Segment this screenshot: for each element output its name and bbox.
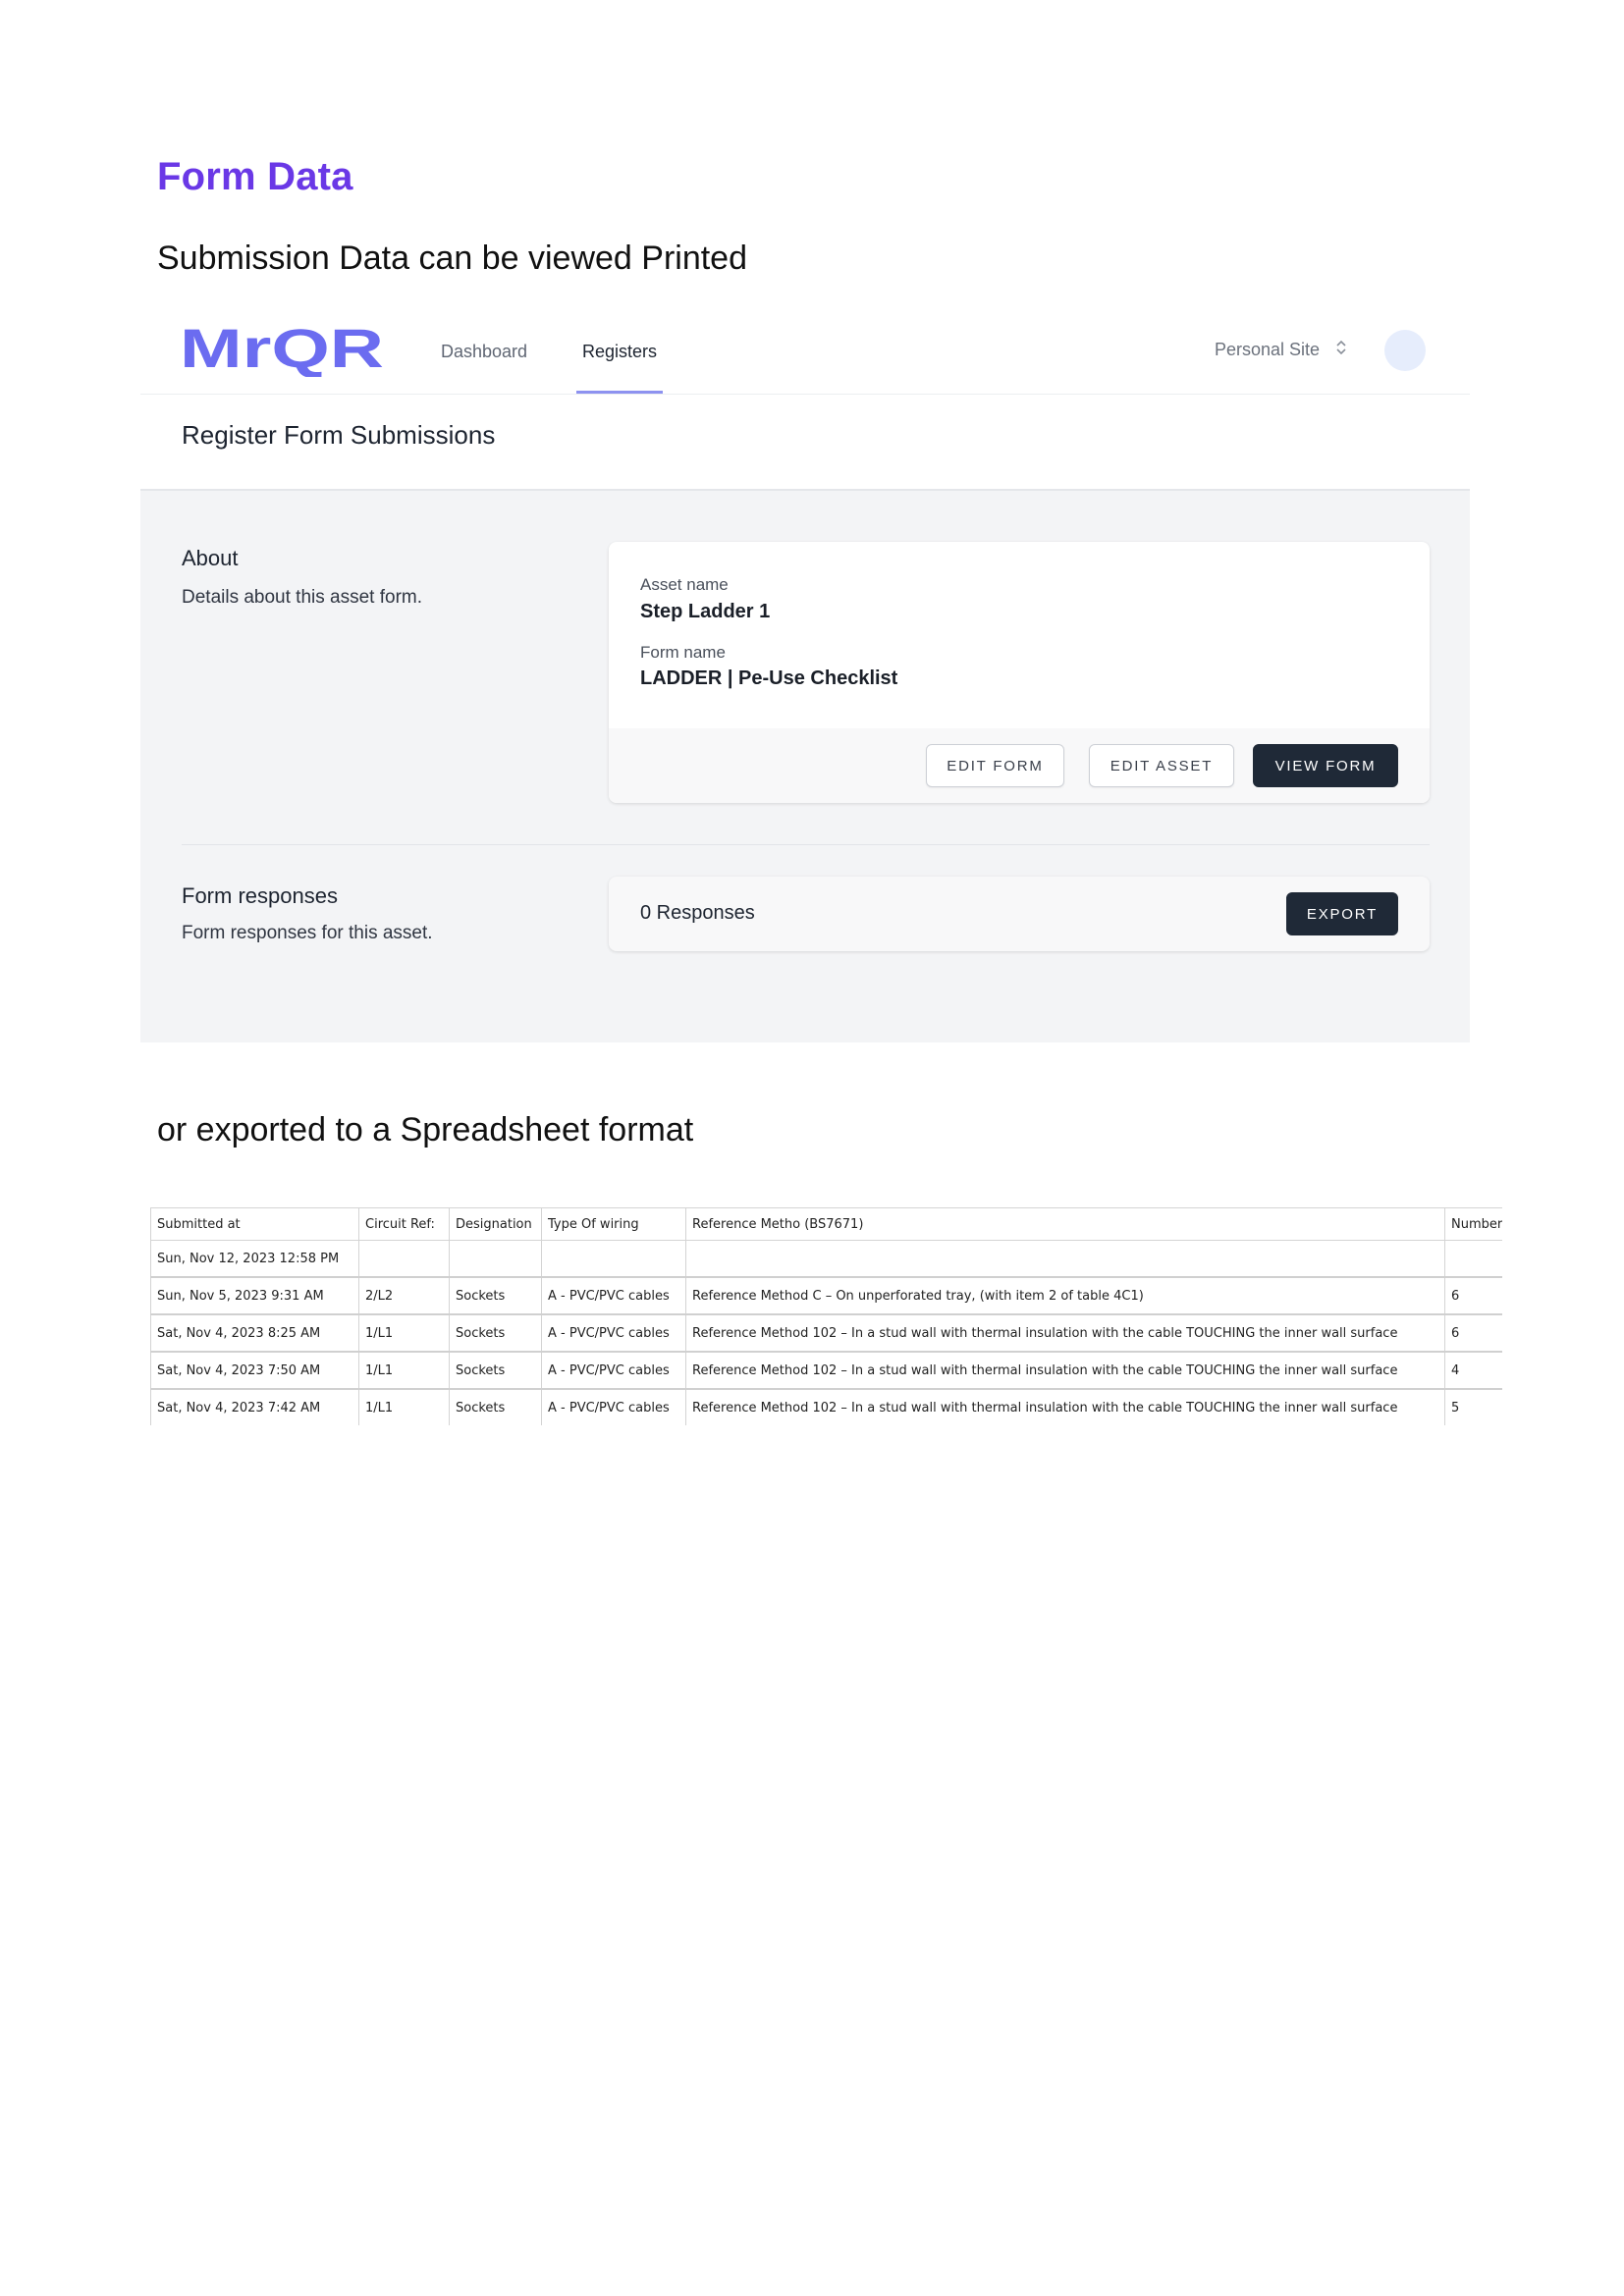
export-button[interactable]: EXPORT [1286, 892, 1398, 935]
cell-wiring-type: A - PVC/PVC cables [541, 1276, 686, 1315]
app-body: About Details about this asset form. Ass… [140, 491, 1470, 1042]
page-title: Register Form Submissions [182, 420, 496, 450]
spreadsheet-export: Submitted at Circuit Ref: Designation Ty… [150, 1207, 1502, 1425]
asset-details-card: Asset name Step Ladder 1 Form name LADDE… [609, 542, 1430, 803]
spreadsheet-table: Submitted at Circuit Ref: Designation Ty… [150, 1207, 1502, 1425]
asset-name-value: Step Ladder 1 [640, 601, 771, 622]
cell-circuit-ref: 2/L2 [358, 1276, 450, 1315]
form-name-label: Form name [640, 643, 726, 662]
responses-card: 0 Responses EXPORT [609, 877, 1430, 951]
about-description: Details about this asset form. [182, 587, 422, 608]
cell-submitted-at: Sat, Nov 4, 2023 7:42 AM [150, 1388, 359, 1425]
cell-designation [449, 1240, 542, 1278]
column-header: Number [1444, 1207, 1502, 1241]
cell-designation: Sockets [449, 1388, 542, 1425]
cell-circuit-ref [358, 1240, 450, 1278]
cell-submitted-at: Sat, Nov 4, 2023 8:25 AM [150, 1313, 359, 1353]
responses-heading: Form responses [182, 883, 338, 908]
cell-number: 4 [1444, 1351, 1502, 1390]
responses-description: Form responses for this asset. [182, 923, 433, 943]
column-header: Circuit Ref: [358, 1207, 450, 1241]
cell-submitted-at: Sun, Nov 12, 2023 12:58 PM [150, 1240, 359, 1278]
edit-asset-button[interactable]: EDIT ASSET [1089, 744, 1234, 787]
nav-registers[interactable]: Registers [582, 342, 657, 362]
site-switcher[interactable]: Personal Site [1215, 340, 1320, 360]
cell-designation: Sockets [449, 1351, 542, 1390]
cell-circuit-ref: 1/L1 [358, 1351, 450, 1390]
cell-designation: Sockets [449, 1276, 542, 1315]
printed-subtitle: Submission Data can be viewed Printed [157, 240, 747, 277]
cell-reference-method: Reference Method 102 – In a stud wall wi… [685, 1388, 1445, 1425]
card-actions: EDIT FORM EDIT ASSET VIEW FORM [609, 728, 1430, 803]
svg-text:MrQR: MrQR [180, 322, 384, 377]
cell-submitted-at: Sun, Nov 5, 2023 9:31 AM [150, 1276, 359, 1315]
section-divider [182, 844, 1430, 845]
table-row: Sat, Nov 4, 2023 7:42 AM 1/L1 Sockets A … [150, 1388, 1502, 1425]
view-form-button[interactable]: VIEW FORM [1253, 744, 1398, 787]
active-tab-indicator [576, 391, 663, 394]
table-row: Sun, Nov 5, 2023 9:31 AM 2/L2 Sockets A … [150, 1276, 1502, 1315]
table-row: Sun, Nov 12, 2023 12:58 PM [150, 1240, 1502, 1278]
cell-submitted-at: Sat, Nov 4, 2023 7:50 AM [150, 1351, 359, 1390]
cell-reference-method [685, 1240, 1445, 1278]
about-heading: About [182, 546, 239, 570]
avatar[interactable] [1384, 330, 1426, 371]
cell-number [1444, 1240, 1502, 1278]
column-header: Reference Metho (BS7671) [685, 1207, 1445, 1241]
cell-number: 6 [1444, 1313, 1502, 1353]
cell-number: 5 [1444, 1388, 1502, 1425]
cell-wiring-type: A - PVC/PVC cables [541, 1388, 686, 1425]
cell-wiring-type: A - PVC/PVC cables [541, 1351, 686, 1390]
document-title: Form Data [157, 155, 353, 198]
column-header: Submitted at [150, 1207, 359, 1241]
cell-reference-method: Reference Method C – On unperforated tra… [685, 1276, 1445, 1315]
cell-circuit-ref: 1/L1 [358, 1313, 450, 1353]
page-title-bar: Register Form Submissions [140, 395, 1470, 491]
edit-form-button[interactable]: EDIT FORM [926, 744, 1064, 787]
header-row: Submitted at Circuit Ref: Designation Ty… [150, 1207, 1502, 1241]
cell-wiring-type [541, 1240, 686, 1278]
cell-circuit-ref: 1/L1 [358, 1388, 450, 1425]
column-header: Type Of wiring [541, 1207, 686, 1241]
cell-reference-method: Reference Method 102 – In a stud wall wi… [685, 1351, 1445, 1390]
nav-dashboard[interactable]: Dashboard [441, 342, 527, 362]
chevron-up-down-icon[interactable] [1334, 338, 1348, 357]
asset-name-label: Asset name [640, 575, 729, 594]
form-name-value: LADDER | Pe-Use Checklist [640, 667, 898, 689]
app-screenshot: MrQR Dashboard Registers Personal Site R… [140, 304, 1470, 1042]
cell-reference-method: Reference Method 102 – In a stud wall wi… [685, 1313, 1445, 1353]
cell-wiring-type: A - PVC/PVC cables [541, 1313, 686, 1353]
export-subtitle: or exported to a Spreadsheet format [157, 1111, 694, 1148]
responses-count: 0 Responses [640, 902, 755, 924]
cell-number: 6 [1444, 1276, 1502, 1315]
mrqr-logo[interactable]: MrQR [180, 322, 386, 377]
table-row: Sat, Nov 4, 2023 8:25 AM 1/L1 Sockets A … [150, 1313, 1502, 1353]
app-header: MrQR Dashboard Registers Personal Site [140, 304, 1470, 395]
column-header: Designation [449, 1207, 542, 1241]
cell-designation: Sockets [449, 1313, 542, 1353]
table-row: Sat, Nov 4, 2023 7:50 AM 1/L1 Sockets A … [150, 1351, 1502, 1390]
